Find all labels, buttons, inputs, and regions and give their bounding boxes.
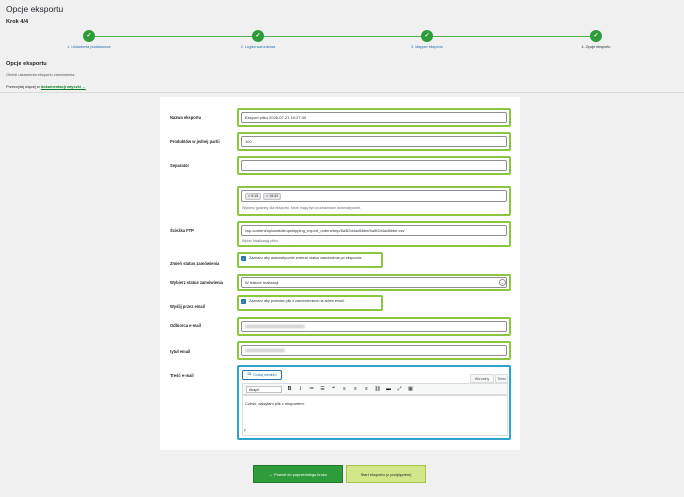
step-label: 3. Mapper eksportu <box>411 45 443 49</box>
media-icon: 🖾 <box>247 372 252 376</box>
docs-link[interactable]: dokumentacji wtyczki → <box>41 84 86 89</box>
align-right-icon[interactable]: ≡ <box>363 386 370 393</box>
editor-toolbar: Akapit B I ≔ ☰ ❝ ≡ ≡ ≡ ⛓ ▬ ⤢ ▦ <box>242 383 508 395</box>
export-name-input[interactable]: Eksport pliku 2026-07-21 10:27:40 <box>241 112 507 123</box>
step-indicator: Krok 4/4 <box>6 19 29 25</box>
divider <box>0 92 684 93</box>
change-status-checkbox[interactable]: ✓ <box>241 256 246 261</box>
section-title: Opcje eksportu <box>6 61 47 67</box>
bullet-list-icon[interactable]: ≔ <box>308 386 315 393</box>
step-2[interactable]: ✓ 2. Logika warunkowa <box>213 30 303 49</box>
chevron-down-icon[interactable]: ⌄ <box>499 279 506 286</box>
step-label: 1. Ustawienia podstawowe <box>67 45 111 49</box>
more-icon[interactable]: ▬ <box>385 386 392 393</box>
tab-text[interactable]: Tekst <box>495 374 508 383</box>
docs-line: Przeczytaj więcej w dokumentacji wtyczki… <box>6 84 86 89</box>
separator-input[interactable]: , <box>241 160 507 171</box>
change-status-text: Zaznacz aby automatycznie zmienić status… <box>249 256 363 260</box>
format-select[interactable]: Akapit <box>246 385 282 393</box>
check-icon: ✓ <box>421 30 433 42</box>
send-email-checkbox[interactable]: ✓ <box>241 299 246 304</box>
ftp-path-hint: Wpisz lokalizację pliku. <box>242 239 279 243</box>
quote-icon[interactable]: ❝ <box>330 386 337 393</box>
link-icon[interactable]: ⛓ <box>374 386 381 393</box>
change-status-highlight <box>237 252 383 268</box>
check-icon: ✓ <box>83 30 95 42</box>
stepper-line <box>89 36 596 37</box>
schedule-select[interactable]: × 0:15 × 15:32 <box>241 190 507 202</box>
check-icon: ✓ <box>590 30 602 42</box>
align-left-icon[interactable]: ≡ <box>341 386 348 393</box>
format-select-value: Akapit <box>249 387 259 392</box>
subject-label: tytuł email <box>170 349 191 354</box>
email-body-content: Cześć, wysyłam plik z eksportem. <box>245 401 305 406</box>
recipient-label: Odbiorca e-mail <box>170 323 201 328</box>
schedule-chip[interactable]: × 15:32 <box>263 192 282 200</box>
tab-visual[interactable]: Wizualny <box>470 374 494 383</box>
redacted-value <box>245 325 305 328</box>
fullscreen-icon[interactable]: ⤢ <box>396 386 403 393</box>
numbered-list-icon[interactable]: ☰ <box>319 386 326 393</box>
section-description: Określ ustawienia eksportu zamówienia. <box>6 72 76 77</box>
redacted-value <box>245 349 285 352</box>
add-media-label: Dodaj medium <box>253 373 277 377</box>
ftp-path-input[interactable]: /wp-content/uploads/dropshipping_export_… <box>241 225 507 236</box>
send-email-label: Wyślij przez email <box>170 304 205 309</box>
products-per-part-label: Produktów w jednej partii <box>170 139 220 144</box>
page-title: Opcje eksportu <box>6 4 64 14</box>
step-4[interactable]: ✓ 4. Opcje eksportu <box>551 30 641 49</box>
export-name-label: Nazwa eksportu <box>170 115 202 120</box>
send-email-highlight <box>237 295 383 311</box>
editor-path: p <box>244 428 246 432</box>
bold-icon[interactable]: B <box>286 386 293 393</box>
order-status-select[interactable]: W trakcie realizacji <box>241 277 507 288</box>
products-per-part-input[interactable]: 100 <box>241 136 507 147</box>
start-export-button[interactable]: Start eksportu (z podpięciem) <box>346 465 426 483</box>
body-label: Treść e-mail <box>170 373 194 378</box>
prev-step-button[interactable]: ← Powrót do poprzedniego kroku <box>253 465 343 483</box>
step-label: 4. Opcje eksportu <box>581 45 611 49</box>
step-3[interactable]: ✓ 3. Mapper eksportu <box>382 30 472 49</box>
schedule-hint: Wybierz godziny dla eksportu, które mają… <box>242 206 362 210</box>
send-email-text: Zaznacz aby przesłać plik z zamówieniami… <box>249 299 345 303</box>
add-media-button[interactable]: 🖾 Dodaj medium <box>242 370 282 380</box>
check-icon: ✓ <box>252 30 264 42</box>
order-status-label: Wybierz status zamówienia <box>170 280 223 285</box>
docs-prefix: Przeczytaj więcej w <box>6 84 41 89</box>
schedule-chip[interactable]: × 0:15 <box>245 192 262 200</box>
italic-icon[interactable]: I <box>297 386 304 393</box>
separator-label: Separator <box>170 163 190 168</box>
step-1[interactable]: ✓ 1. Ustawienia podstawowe <box>44 30 134 49</box>
align-center-icon[interactable]: ≡ <box>352 386 359 393</box>
ftp-path-label: Ścieżka FTP <box>170 228 194 233</box>
change-status-label: Zmień status zamówienia <box>170 261 220 266</box>
toolbar-toggle-icon[interactable]: ▦ <box>407 386 414 393</box>
step-label: 2. Logika warunkowa <box>240 45 276 49</box>
